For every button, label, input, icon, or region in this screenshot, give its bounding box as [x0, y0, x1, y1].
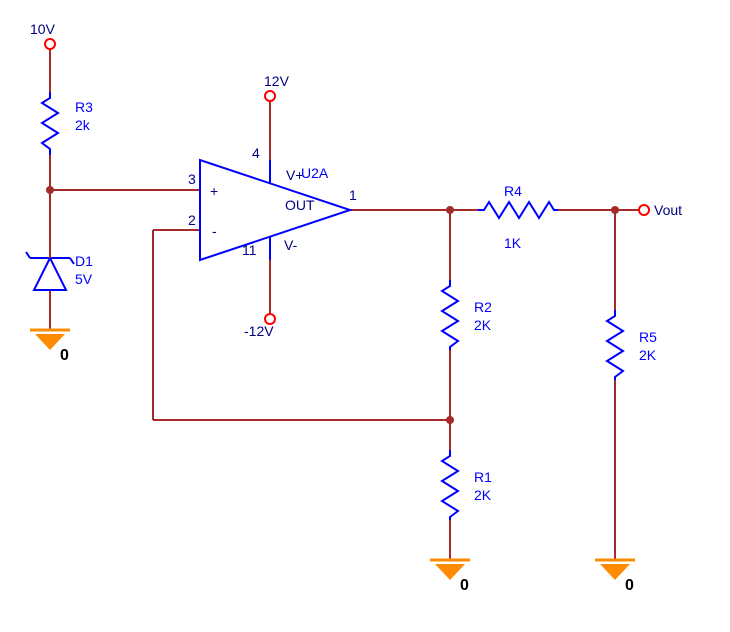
R3-value: 2k	[75, 117, 91, 133]
output-label: Vout	[654, 202, 682, 218]
R1-value: 2K	[474, 487, 492, 503]
resistor-R5: R5 2K	[607, 310, 657, 380]
R2-value: 2K	[474, 317, 492, 333]
D1-name: D1	[75, 253, 93, 269]
junction	[446, 206, 454, 214]
junction	[46, 186, 54, 194]
circuit-diagram: R3 2k D1 5V 3 2 1 4 11 + - V+ V- OUT U2A…	[0, 0, 730, 632]
R1-name: R1	[474, 469, 492, 485]
pin-vpos-num: 4	[252, 145, 260, 161]
R5-name: R5	[639, 329, 657, 345]
inv-symbol: -	[212, 223, 217, 239]
D1-value: 5V	[75, 271, 93, 287]
vneg-label: V-	[284, 237, 298, 253]
ground-right: 0	[595, 560, 635, 594]
resistor-R3: R3 2k	[42, 92, 93, 155]
gnd-label-left: 0	[60, 347, 69, 364]
R2-name: R2	[474, 299, 492, 315]
supply-neg12v-label: -12V	[244, 323, 274, 339]
R4-name: R4	[504, 183, 522, 199]
pin-inv-num: 2	[188, 212, 196, 228]
supply-terminal-12v	[265, 91, 275, 101]
zener-D1: D1 5V	[26, 248, 93, 290]
noninv-symbol: +	[210, 183, 218, 199]
R5-value: 2K	[639, 347, 657, 363]
supply-terminal-10v	[45, 39, 55, 49]
out-label: OUT	[285, 197, 315, 213]
resistor-R4: R4 1K	[478, 183, 558, 251]
pin-out-num: 1	[349, 187, 357, 203]
junction	[446, 416, 454, 424]
pin-vneg-num: 11	[242, 242, 257, 258]
R4-value: 1K	[504, 235, 522, 251]
resistor-R2: R2 2K	[442, 280, 492, 350]
resistor-R1: R1 2K	[442, 450, 492, 520]
supply-12v-label: 12V	[264, 73, 290, 89]
ground-mid: 0	[430, 560, 470, 594]
opamp-name: U2A	[301, 165, 329, 181]
gnd-label-mid: 0	[460, 577, 469, 594]
output-terminal	[639, 205, 649, 215]
R3-name: R3	[75, 99, 93, 115]
opamp-U2A: 3 2 1 4 11 + - V+ V- OUT U2A	[188, 145, 357, 260]
pin-noninv-num: 3	[188, 171, 196, 187]
junction	[611, 206, 619, 214]
supply-10v-label: 10V	[30, 21, 56, 37]
gnd-label-right: 0	[625, 577, 634, 594]
ground-left: 0	[30, 330, 70, 364]
